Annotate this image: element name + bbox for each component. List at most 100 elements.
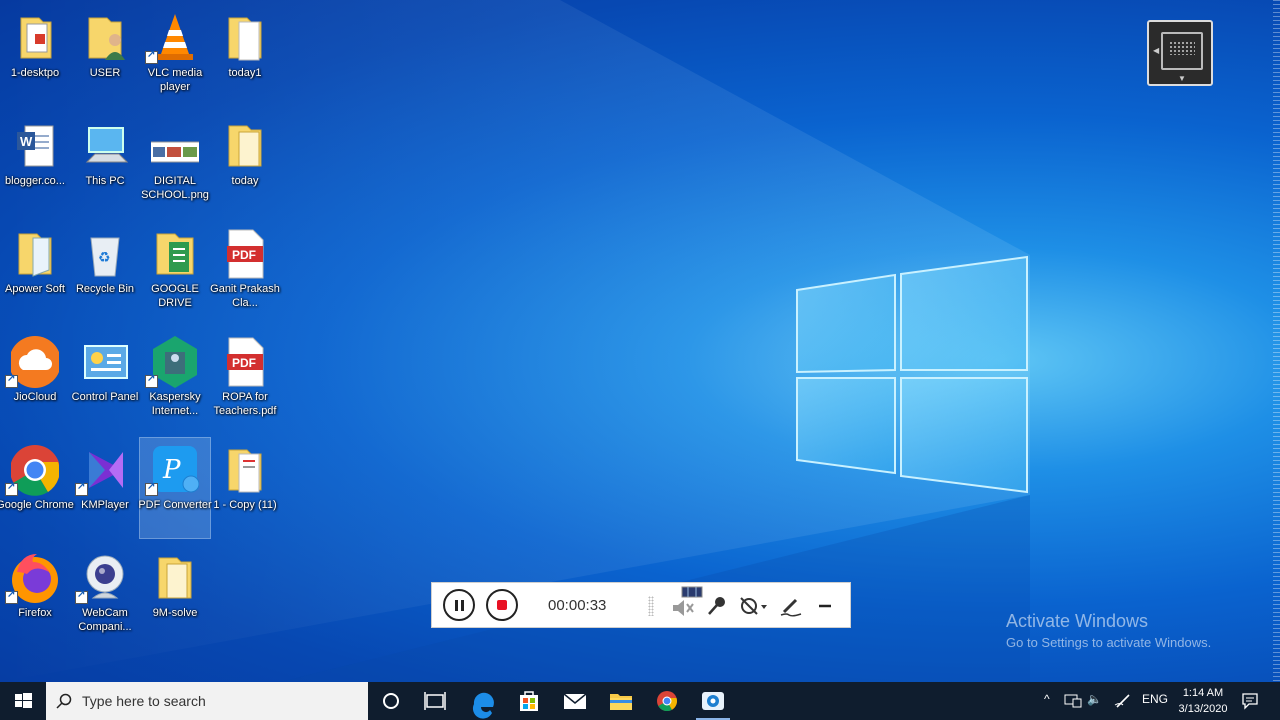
camera-off-icon[interactable]	[738, 593, 770, 619]
desktop-icon-webcam-companion[interactable]: WebCam Compani...	[70, 546, 140, 646]
recycle-bin-icon: ♻	[90, 237, 120, 277]
clock-date: 3/13/2020	[1178, 703, 1228, 715]
speaker-muted-icon[interactable]	[670, 585, 704, 619]
activate-title: Activate Windows	[1006, 611, 1149, 631]
desktop-icon-control-panel[interactable]: Control Panel	[70, 330, 140, 430]
desktop-icon-ropa[interactable]: PDF ROPA for Teachers.pdf	[210, 330, 280, 430]
system-clock[interactable]: 1:14 AM 3/13/2020	[1172, 685, 1234, 717]
clock-time: 1:14 AM	[1182, 687, 1224, 699]
pen-workspace-icon[interactable]	[1114, 693, 1132, 709]
desktop-icon-label: ROPA for Teachers.pdf	[213, 391, 277, 417]
pdf-file-icon: PDF	[227, 337, 264, 387]
desktop-icon-label: JioCloud	[13, 391, 57, 403]
recording-timer: 00:00:33	[548, 597, 607, 614]
desktop-icon-today[interactable]: today	[210, 114, 280, 214]
cortana-icon[interactable]	[368, 682, 414, 720]
vlc-cone-icon	[157, 14, 193, 60]
desktop-icon-9m-solve[interactable]: 9M-solve	[140, 546, 210, 646]
desktop-icon-label: WebCam Compani...	[78, 607, 132, 633]
mail-icon[interactable]	[552, 682, 598, 720]
folder-icon	[18, 233, 52, 277]
desktop-icon-google-drive[interactable]: GOOGLE DRIVE	[140, 222, 210, 322]
pause-button[interactable]	[443, 589, 475, 621]
folder-icon	[228, 125, 262, 167]
desktop-icon-label: blogger.co...	[5, 175, 65, 187]
file-explorer-icon[interactable]	[598, 682, 644, 720]
shortcut-arrow-icon	[5, 373, 18, 388]
collapse-left-icon[interactable]: ◀	[1153, 46, 1159, 55]
desktop-icon-label: 9M-solve	[152, 607, 198, 619]
svg-text:♻: ♻	[98, 250, 111, 266]
pdf-badge-text: PDF	[232, 356, 256, 370]
search-icon	[56, 693, 72, 709]
desktop-icon-pdf-converter[interactable]: P PDF Converter	[138, 437, 212, 539]
recorder-taskbar-item[interactable]	[690, 682, 736, 720]
desktop-icon-label: today1	[228, 67, 262, 79]
desktop-icon-1-copy-11[interactable]: 1 - Copy (11)	[210, 438, 280, 538]
folder-icon	[228, 449, 262, 493]
search-placeholder: Type here to search	[82, 693, 206, 709]
windows-start-icon[interactable]	[0, 682, 46, 720]
shortcut-arrow-icon	[5, 481, 18, 496]
desktop-icon-label: today	[231, 175, 259, 187]
pdf-converter-icon: P	[153, 446, 199, 493]
desktop-icon-label: USER	[89, 67, 121, 79]
folder-icon	[20, 17, 52, 59]
desktop-icon-this-pc[interactable]: This PC	[70, 114, 140, 214]
screen-region-icon	[1161, 32, 1203, 70]
desktop-icon-label: Recycle Bin	[75, 283, 135, 295]
desktop-icon-recycle-bin[interactable]: ♻ Recycle Bin	[70, 222, 140, 322]
desktop-icon-blogger[interactable]: W blogger.co...	[0, 114, 70, 214]
edge-browser-icon[interactable]	[460, 682, 506, 720]
computer-icon	[85, 127, 129, 163]
expand-down-icon[interactable]: ▼	[1178, 74, 1186, 83]
activate-subtitle: Go to Settings to activate Windows.	[1006, 635, 1212, 650]
input-language[interactable]: ENG	[1142, 692, 1168, 706]
taskbar-search-box[interactable]: Type here to search	[46, 682, 368, 720]
desktop-icon-label: DIGITAL SCHOOL.png	[141, 175, 209, 201]
desktop-icon-today1[interactable]: today1	[210, 6, 280, 106]
desktop-icon-google-chrome[interactable]: Google Chrome	[0, 438, 74, 538]
desktop-icon-label: 1-desktpo	[10, 67, 60, 79]
screen-recorder-toolbar: 00:00:33	[431, 582, 851, 628]
microphone-icon[interactable]	[704, 593, 730, 619]
svg-text:P: P	[162, 455, 181, 485]
screen-capture-mini-panel[interactable]: ◀ ▼	[1147, 20, 1213, 86]
action-center-icon[interactable]	[1241, 692, 1259, 710]
store-icon[interactable]	[506, 682, 552, 720]
desktop-icon-ganit-prakash[interactable]: PDF Ganit Prakash Cla...	[210, 222, 280, 322]
folder-icon	[158, 557, 192, 599]
desktop-icon-user[interactable]: USER	[70, 6, 140, 106]
chrome-taskbar-icon[interactable]	[644, 682, 690, 720]
show-hidden-icons-chevron-icon[interactable]: ^	[1044, 692, 1050, 706]
desktop-icon-digital-school[interactable]: DIGITAL SCHOOL.png	[140, 114, 210, 214]
desktop-icon-label: Ganit Prakash Cla...	[210, 283, 280, 309]
minimize-icon[interactable]	[812, 593, 838, 619]
webcam-icon	[86, 555, 124, 599]
desktop-icon-kaspersky[interactable]: Kaspersky Internet...	[140, 330, 210, 430]
draw-pen-icon[interactable]	[778, 593, 804, 619]
desktop-icon-apower-soft[interactable]: Apower Soft	[0, 222, 70, 322]
desktop-icon-label: GOOGLE DRIVE	[151, 283, 199, 309]
desktop-icon-1-desktpo[interactable]: 1-desktpo	[0, 6, 70, 106]
desktop-icon-label: Google Chrome	[0, 499, 74, 511]
task-view-icon[interactable]	[412, 682, 458, 720]
desktop-icon-label: 1 - Copy (11)	[213, 499, 277, 511]
desktop-icon-kmplayer[interactable]: KMPlayer	[70, 438, 140, 538]
desktop-icon-label: VLC media player	[147, 67, 203, 93]
folder-icon	[156, 233, 194, 275]
desktop-icon-firefox[interactable]: Firefox	[0, 546, 70, 646]
shortcut-arrow-icon	[75, 481, 88, 496]
desktop-icon-jiocloud[interactable]: JioCloud	[0, 330, 70, 430]
shortcut-arrow-icon	[145, 49, 158, 64]
chrome-icon	[11, 445, 59, 496]
network-icon[interactable]	[1064, 694, 1082, 708]
screen-recorder-icon	[702, 692, 724, 710]
shortcut-arrow-icon	[75, 589, 88, 604]
desktop-icon-vlc[interactable]: VLC media player	[140, 6, 210, 106]
image-file-icon	[151, 141, 199, 163]
edge-dotted-strip	[1273, 0, 1280, 682]
volume-icon[interactable]: 🔈	[1087, 692, 1102, 706]
stop-record-button[interactable]	[486, 589, 518, 621]
drag-handle[interactable]	[648, 596, 654, 616]
